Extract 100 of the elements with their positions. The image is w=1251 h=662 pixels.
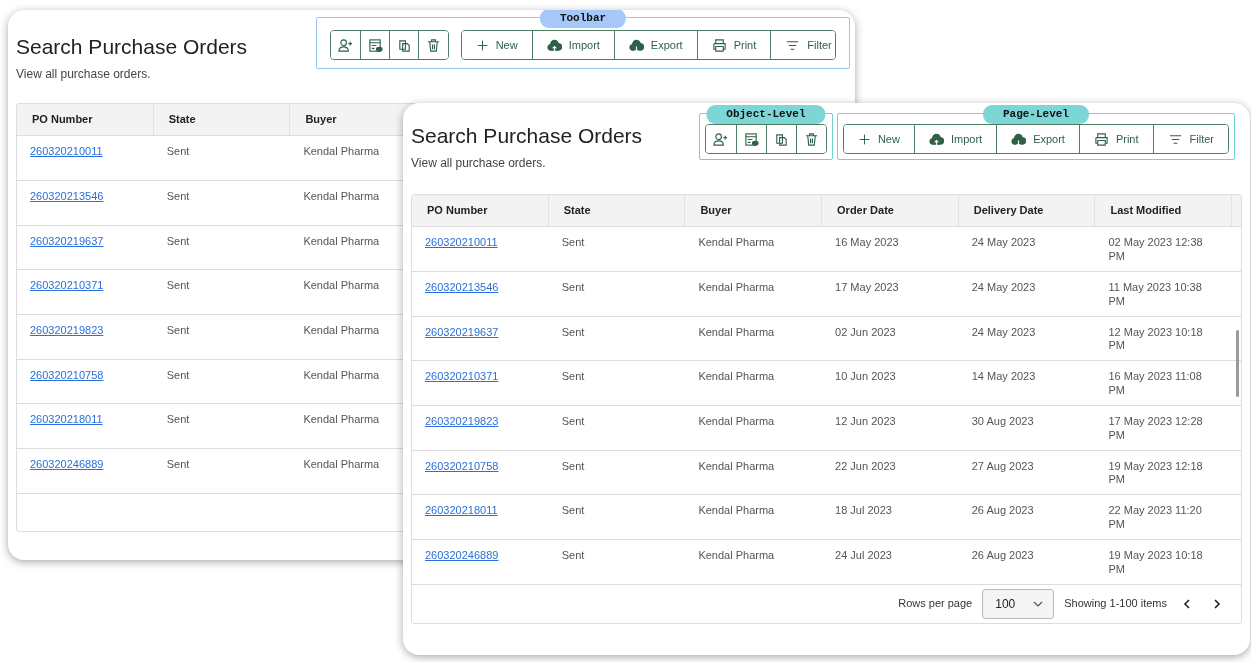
table-cell-text: 11 May 2023 10:38 PM — [1108, 280, 1203, 309]
table-cell-text: 02 May 2023 12:38 PM — [1108, 236, 1204, 264]
po-link[interactable]: 260320219823 — [30, 323, 104, 336]
toolbar-button[interactable]: Filter — [770, 31, 835, 59]
table-cell: Kendal Pharma — [698, 549, 775, 561]
column-header: PO Number — [17, 104, 154, 136]
column-header: PO Number — [412, 195, 549, 227]
annotation-label: Toolbar — [539, 10, 627, 28]
table-cell: Kendal Pharma — [303, 458, 380, 470]
table-cell: Sent — [561, 549, 585, 561]
table-cell: Kendal Pharma — [698, 459, 775, 472]
table-cell: 14 May 2023 — [971, 370, 1036, 383]
po-link[interactable]: 260320210011 — [30, 145, 103, 158]
po-link[interactable]: 260320210371 — [30, 279, 104, 292]
page-size-select[interactable]: 100 — [982, 588, 1055, 619]
po-link[interactable]: 260320219637 — [425, 325, 499, 338]
po-link[interactable]: 260320213546 — [30, 189, 104, 202]
table-cell: 26 Aug 2023 — [971, 504, 1034, 517]
po-link[interactable]: 260320213546 — [425, 280, 499, 293]
table-cell: 22 Jun 2023 — [835, 459, 896, 472]
table-cell: 18 Jul 2023 — [835, 504, 892, 517]
table-cell: Sent — [166, 234, 190, 247]
table-cell: Sent — [561, 504, 585, 517]
table-cell-text: 22 May 2023 11:20 PM — [1108, 504, 1203, 532]
table-cell-text: 19 May 2023 12:18 PM — [1108, 459, 1204, 488]
po-link[interactable]: 260320219823 — [425, 414, 499, 427]
po-link[interactable]: 260320210758 — [425, 459, 499, 472]
po-link[interactable]: 260320219637 — [30, 234, 104, 247]
table-cell: Kendal Pharma — [303, 413, 380, 426]
table-cell: Kendal Pharma — [698, 370, 775, 383]
table-cell-text: 12 May 2023 10:18 PM — [1108, 325, 1204, 354]
icon-button[interactable] — [795, 125, 826, 153]
table-cell: Sent — [561, 280, 585, 293]
cloud-download-icon — [628, 37, 644, 53]
table-cell: 02 Jun 2023 — [835, 325, 896, 338]
po-link[interactable]: 260320246889 — [425, 549, 499, 561]
page-title: Search Purchase Orders — [16, 34, 248, 60]
table-cell: Kendal Pharma — [303, 323, 380, 336]
table-cell: Sent — [166, 279, 190, 292]
toolbar-button[interactable]: Filter — [1152, 125, 1228, 153]
plus-icon — [857, 132, 871, 146]
trash-icon — [426, 37, 442, 53]
table-cell: Kendal Pharma — [303, 279, 380, 292]
item-count: Showing 1-100 items — [1064, 596, 1167, 612]
column-header: Last Modified — [1095, 195, 1233, 227]
user-add-icon — [713, 131, 729, 147]
table-cell: Sent — [561, 325, 585, 338]
table-cell: Kendal Pharma — [303, 234, 380, 247]
table-cell: Kendal Pharma — [303, 368, 380, 381]
page-subtitle: View all purchase orders. — [16, 66, 152, 84]
table-cell: Kendal Pharma — [698, 280, 775, 293]
printer-icon — [711, 37, 727, 53]
annotation-label: Page-Level — [982, 105, 1089, 124]
cloud-download-icon — [1011, 131, 1027, 147]
table-cell: Sent — [561, 414, 585, 427]
table-cell: Sent — [561, 459, 585, 472]
printer-icon — [1093, 131, 1109, 147]
table-cell: Kendal Pharma — [698, 414, 775, 427]
table-cell: Sent — [166, 323, 190, 336]
table-cell: 27 Aug 2023 — [971, 459, 1034, 472]
table-cell-text: 16 May 2023 11:08 PM — [1108, 370, 1203, 398]
table-cell: Sent — [166, 189, 190, 202]
po-link[interactable]: 260320210011 — [425, 236, 498, 249]
trash-icon — [803, 131, 819, 147]
table-cell: 30 Aug 2023 — [971, 414, 1034, 427]
table-cell: 24 May 2023 — [971, 236, 1036, 249]
plus-icon — [475, 38, 489, 52]
table-cell: 24 May 2023 — [971, 325, 1036, 338]
table-cell-text: 19 May 2023 10:18 PM — [1108, 549, 1204, 577]
column-header: Delivery Date — [958, 195, 1096, 227]
chevron-right-icon — [1213, 598, 1221, 609]
po-link[interactable]: 260320246889 — [30, 458, 104, 470]
scrollbar[interactable] — [1236, 330, 1239, 398]
table-cell: Kendal Pharma — [303, 145, 380, 158]
copy-icon — [396, 37, 412, 53]
table-cell: Sent — [561, 370, 585, 383]
po-link[interactable]: 260320210371 — [425, 370, 499, 383]
icon-button[interactable] — [418, 31, 448, 59]
table-cell: Kendal Pharma — [698, 504, 775, 517]
table-cell: 24 Jul 2023 — [835, 549, 892, 561]
form-view-icon — [367, 37, 383, 53]
table-cell: 16 May 2023 — [835, 236, 899, 249]
table-cell: Kendal Pharma — [698, 325, 775, 338]
annotation-label: Object-Level — [706, 105, 826, 124]
table-cell-text: 17 May 2023 12:28 PM — [1108, 414, 1204, 443]
table-cell: Sent — [166, 145, 190, 158]
po-link[interactable]: 260320218011 — [30, 413, 103, 426]
po-link[interactable]: 260320218011 — [425, 504, 498, 517]
table-cell: 17 May 2023 — [835, 280, 899, 293]
table-cell: Sent — [166, 368, 190, 381]
cloud-upload-icon — [546, 37, 562, 53]
po-link[interactable]: 260320210758 — [30, 368, 104, 381]
rows-per-page-label: Rows per page — [898, 596, 973, 612]
table-cell: Sent — [166, 458, 190, 470]
cloud-upload-icon — [928, 131, 944, 147]
form-view-icon — [743, 131, 759, 147]
column-header: State — [548, 195, 686, 227]
column-header: State — [153, 104, 291, 136]
copy-icon — [773, 131, 789, 147]
table-cell: Kendal Pharma — [303, 189, 380, 202]
